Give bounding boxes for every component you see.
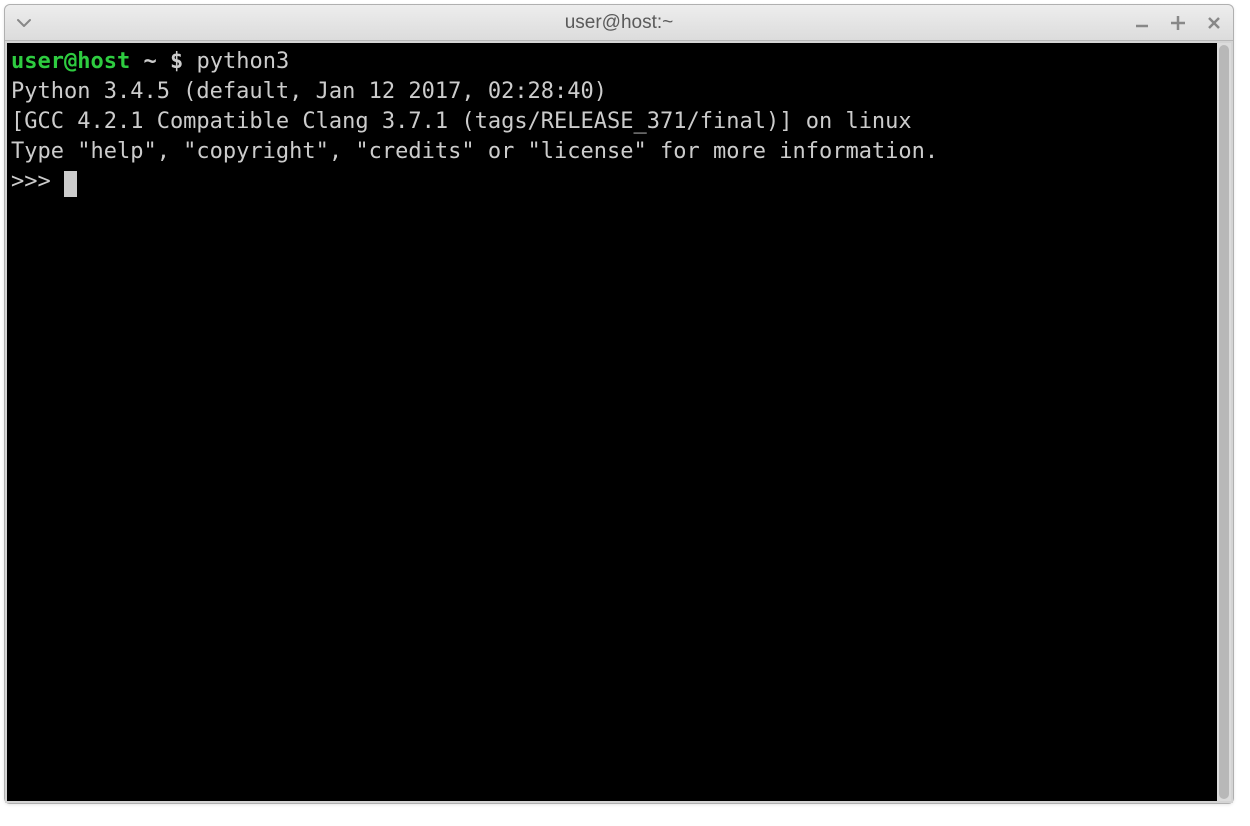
window-controls bbox=[1131, 12, 1225, 34]
plus-icon bbox=[1169, 14, 1187, 32]
cursor bbox=[64, 171, 77, 197]
titlebar-left bbox=[13, 12, 113, 34]
menu-dropdown-button[interactable] bbox=[13, 12, 35, 34]
minimize-button[interactable] bbox=[1131, 12, 1153, 34]
python-prompt: >>> bbox=[11, 169, 64, 194]
titlebar[interactable]: user@host:~ bbox=[5, 5, 1233, 41]
close-button[interactable] bbox=[1203, 12, 1225, 34]
prompt-symbol: $ bbox=[170, 49, 183, 74]
python-help-line: Type "help", "copyright", "credits" or "… bbox=[11, 139, 938, 164]
window-title: user@host:~ bbox=[5, 12, 1233, 34]
chevron-down-icon bbox=[17, 18, 31, 28]
prompt-path: ~ bbox=[143, 49, 156, 74]
python-compiler-line: [GCC 4.2.1 Compatible Clang 3.7.1 (tags/… bbox=[11, 109, 912, 134]
maximize-button[interactable] bbox=[1167, 12, 1189, 34]
close-icon bbox=[1206, 15, 1222, 31]
terminal-window: user@host:~ user@host ~ $ py bbox=[4, 4, 1234, 804]
terminal-body: user@host ~ $ python3 Python 3.4.5 (defa… bbox=[5, 41, 1233, 803]
minimize-icon bbox=[1134, 15, 1150, 31]
prompt-user-host: user@host bbox=[11, 49, 130, 74]
scrollbar-thumb[interactable] bbox=[1219, 45, 1229, 799]
prompt-separator bbox=[130, 49, 143, 74]
command-text: python3 bbox=[196, 49, 289, 74]
terminal-output[interactable]: user@host ~ $ python3 Python 3.4.5 (defa… bbox=[7, 43, 1217, 801]
scrollbar[interactable] bbox=[1217, 43, 1231, 801]
python-version-line: Python 3.4.5 (default, Jan 12 2017, 02:2… bbox=[11, 79, 607, 104]
